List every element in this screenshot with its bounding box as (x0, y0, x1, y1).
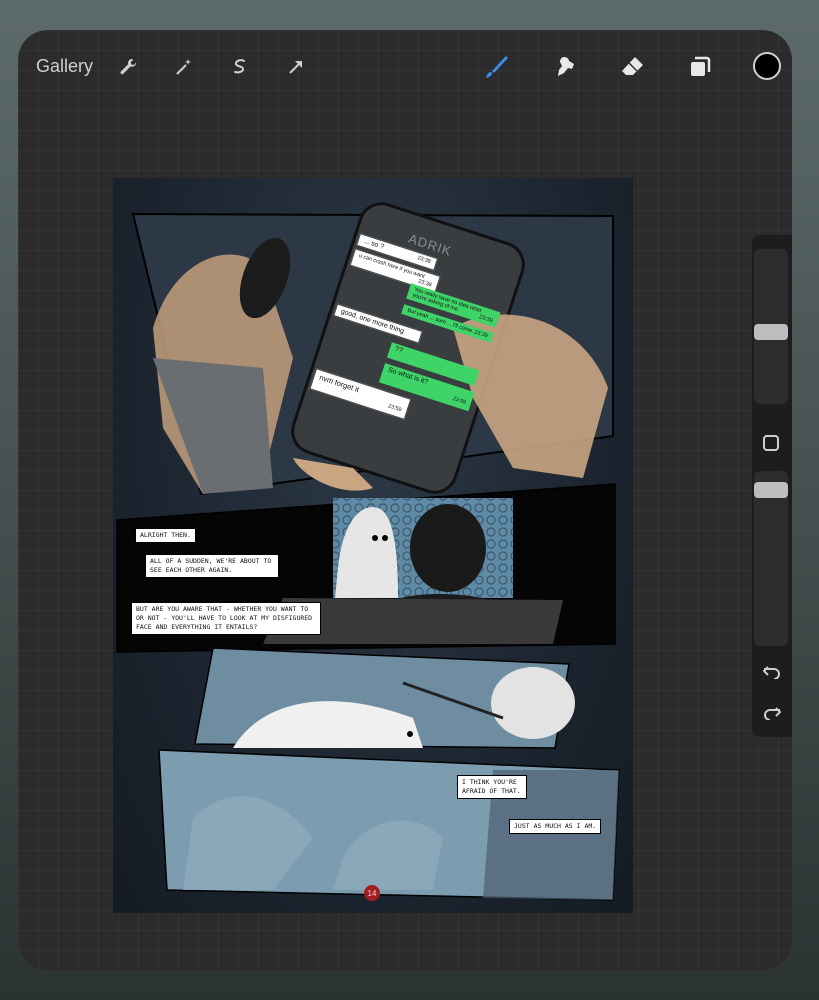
opacity-handle[interactable] (754, 482, 788, 498)
gallery-button[interactable]: Gallery (36, 56, 93, 77)
color-picker-button[interactable] (753, 52, 781, 80)
modify-button[interactable] (763, 435, 779, 451)
top-toolbar: Gallery (18, 30, 792, 102)
magic-wand-icon[interactable] (169, 52, 199, 82)
wrench-icon[interactable] (113, 52, 143, 82)
transform-arrow-icon[interactable] (281, 52, 311, 82)
caption-3: BUT ARE YOU AWARE THAT - WHETHER YOU WAN… (131, 602, 321, 635)
comic-canvas[interactable]: ADRIK ... so ? 23:38 u can crash here if… (113, 178, 633, 913)
procreate-window: Gallery ADRIK ... so ? 23:38 u can crash… (18, 30, 792, 970)
caption-2: ALL OF A SUDDEN, WE'RE ABOUT TO SEE EACH… (145, 554, 279, 578)
brush-icon[interactable] (481, 52, 511, 82)
brush-size-handle[interactable] (754, 324, 788, 340)
selection-icon[interactable] (225, 52, 255, 82)
redo-icon[interactable] (759, 702, 785, 724)
opacity-slider[interactable] (754, 471, 788, 646)
layers-icon[interactable] (685, 52, 715, 82)
eraser-icon[interactable] (617, 52, 647, 82)
undo-icon[interactable] (759, 661, 785, 683)
side-bar (752, 235, 792, 737)
caption-1: ALRIGHT THEN. (135, 528, 196, 543)
smudge-icon[interactable] (550, 52, 580, 82)
caption-5: JUST AS MUCH AS I AM. (509, 819, 602, 834)
page-number: 14 (364, 885, 380, 901)
brush-size-slider[interactable] (754, 249, 788, 404)
caption-4: I THINK YOU'RE AFRAID OF THAT. (457, 775, 527, 799)
